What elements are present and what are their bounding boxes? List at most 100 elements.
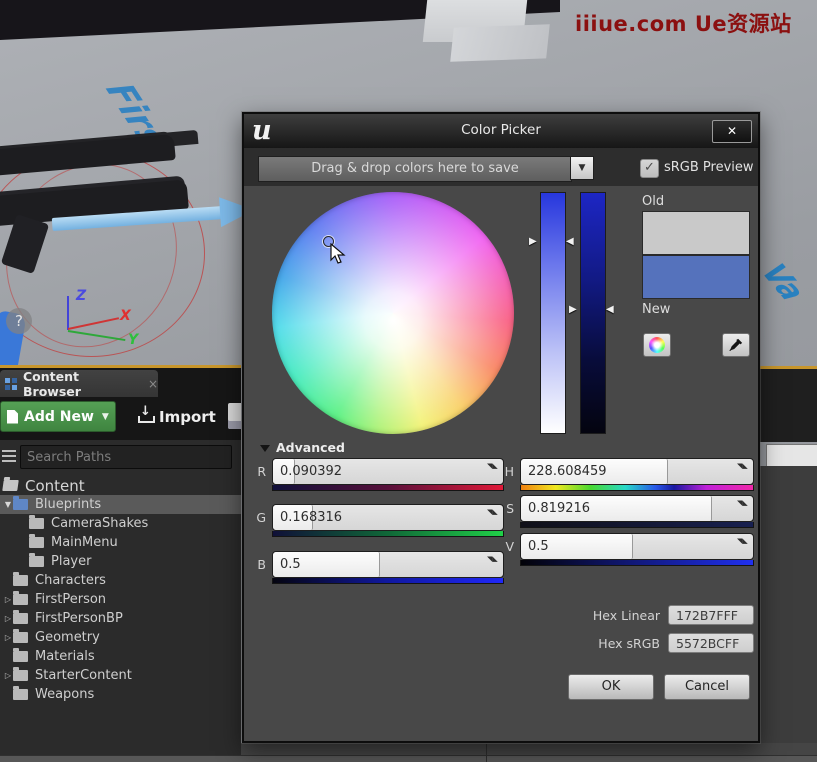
tree-item-blueprints[interactable]: ▼ Blueprints [0, 495, 241, 514]
r-gradient-bar[interactable] [272, 485, 504, 491]
s-label: S [502, 501, 514, 516]
sources-list-icon[interactable] [2, 450, 16, 462]
color-picker-dialog: u Color Picker ✕ Drag & drop colors here… [242, 112, 760, 743]
hex-srgb-field[interactable]: 5572BCFF [668, 633, 754, 653]
tree-item-materials[interactable]: Materials [0, 647, 241, 666]
hex-linear-field[interactable]: 172B7FFF [668, 605, 754, 625]
tree-item-player[interactable]: Player [0, 552, 241, 571]
spin-drag-icon[interactable]: ◥◣ [487, 463, 499, 479]
dialog-top-strip: Drag & drop colors here to save ▼ ✓ sRGB… [244, 148, 758, 186]
s-value-field[interactable]: 0.819216 ◥◣ [520, 495, 754, 522]
floor-decal-text-right: Va [753, 259, 812, 306]
dropdown-caret-button[interactable]: ▼ [570, 156, 594, 180]
value-slider[interactable] [580, 192, 606, 434]
r-label: R [254, 464, 266, 479]
save-all-icon[interactable] [228, 403, 241, 429]
expander-collapsed-icon[interactable]: ▷ [3, 633, 13, 642]
old-color-label: Old [642, 194, 664, 209]
r-value-field[interactable]: 0.090392 ◥◣ [272, 458, 504, 485]
watermark-text: iiiue.com Ue资源站 [575, 8, 792, 38]
tab-close-icon[interactable]: × [148, 377, 158, 391]
saturation-slider[interactable] [540, 192, 566, 434]
v-label: V [502, 539, 514, 554]
cancel-button[interactable]: Cancel [664, 674, 750, 700]
hex-srgb-label: Hex sRGB [570, 636, 660, 651]
tab-content-browser[interactable]: Content Browser × [0, 370, 158, 397]
tree-item-firstperson[interactable]: ▷ FirstPerson [0, 590, 241, 609]
value-slider-right-arrow-icon[interactable]: ◀ [606, 304, 614, 315]
h-gradient-bar[interactable] [520, 485, 754, 491]
eyedropper-button[interactable] [722, 333, 750, 357]
tree-item-camerashakes[interactable]: CameraShakes [0, 514, 241, 533]
spin-drag-icon[interactable]: ◥◣ [737, 500, 749, 516]
tree-label: CameraShakes [51, 516, 148, 531]
folder-tree: Content ▼ Blueprints CameraShakes MainMe… [0, 476, 241, 704]
eyedropper-icon [729, 338, 743, 352]
spin-drag-icon[interactable]: ◥◣ [737, 538, 749, 554]
saturation-slider-right-arrow-icon[interactable]: ◀ [566, 236, 574, 247]
add-new-button[interactable]: Add New ▼ [0, 401, 116, 432]
v-value: 0.5 [528, 539, 549, 554]
v-gradient-bar[interactable] [520, 560, 754, 566]
tree-item-firstpersonbp[interactable]: ▷ FirstPersonBP [0, 609, 241, 628]
import-button[interactable]: ↓ Import [138, 401, 216, 432]
folder-open-icon [2, 480, 19, 491]
old-color-swatch[interactable] [642, 211, 750, 255]
srgb-preview-checkbox[interactable]: ✓ [640, 159, 659, 178]
add-new-caret-icon: ▼ [102, 412, 109, 422]
themes-button[interactable] [643, 333, 671, 357]
dialog-close-button[interactable]: ✕ [712, 120, 752, 143]
h-label: H [502, 464, 514, 479]
folder-icon [13, 689, 28, 700]
g-label: G [254, 510, 266, 525]
axis-z-line [67, 296, 69, 330]
advanced-label: Advanced [276, 440, 345, 455]
folder-blue-icon [13, 499, 28, 510]
expander-collapsed-icon[interactable]: ▷ [3, 671, 13, 680]
tree-label: Materials [35, 649, 95, 664]
expander-expanded-icon[interactable]: ▼ [3, 500, 13, 509]
color-wheel-icon [649, 337, 665, 353]
spin-drag-icon[interactable]: ◥◣ [487, 556, 499, 572]
search-row [0, 440, 241, 476]
ok-button[interactable]: OK [568, 674, 654, 700]
expander-collapsed-icon[interactable]: ▷ [3, 614, 13, 623]
dialog-titlebar[interactable]: u Color Picker ✕ [244, 114, 758, 149]
tree-item-geometry[interactable]: ▷ Geometry [0, 628, 241, 647]
r-value: 0.090392 [280, 464, 342, 479]
tree-item-weapons[interactable]: Weapons [0, 685, 241, 704]
g-gradient-bar[interactable] [272, 531, 504, 537]
panel-seam [486, 744, 487, 762]
tree-label: Player [51, 554, 91, 569]
s-gradient-bar[interactable] [520, 522, 754, 528]
tree-label: Weapons [35, 687, 94, 702]
tree-item-characters[interactable]: Characters [0, 571, 241, 590]
color-wheel[interactable] [272, 192, 514, 434]
g-value-field[interactable]: 0.168316 ◥◣ [272, 504, 504, 531]
folder-icon [13, 613, 28, 624]
tree-item-content[interactable]: Content [0, 476, 241, 495]
saved-colors-dropdown[interactable]: Drag & drop colors here to save [258, 156, 572, 182]
b-gradient-bar[interactable] [272, 578, 504, 584]
v-value-field[interactable]: 0.5 ◥◣ [520, 533, 754, 560]
b-value-field[interactable]: 0.5 ◥◣ [272, 551, 504, 578]
mouse-cursor-icon [330, 243, 346, 265]
saturation-slider-left-arrow-icon[interactable]: ▶ [529, 236, 537, 247]
new-color-swatch[interactable] [642, 255, 750, 299]
tree-item-mainmenu[interactable]: MainMenu [0, 533, 241, 552]
expander-collapsed-icon[interactable]: ▷ [3, 595, 13, 604]
spin-drag-icon[interactable]: ◥◣ [737, 463, 749, 479]
white-cube-mesh-2 [450, 24, 550, 61]
status-strip [0, 755, 817, 762]
h-value-field[interactable]: 228.608459 ◥◣ [520, 458, 754, 485]
right-panel-gray-strip [760, 466, 817, 756]
value-slider-left-arrow-icon[interactable]: ▶ [569, 304, 577, 315]
tree-item-startercontent[interactable]: ▷ StarterContent [0, 666, 241, 685]
advanced-expander-icon[interactable] [260, 445, 270, 452]
spin-drag-icon[interactable]: ◥◣ [487, 509, 499, 525]
tree-label: Content [25, 477, 85, 495]
search-paths-input[interactable] [20, 445, 232, 469]
editor-screen: iiiue.com Ue资源站 Firs Va Z X Y ? Content … [0, 0, 817, 762]
tree-label: FirstPerson [35, 592, 106, 607]
tab-row: Content Browser × [0, 368, 241, 397]
